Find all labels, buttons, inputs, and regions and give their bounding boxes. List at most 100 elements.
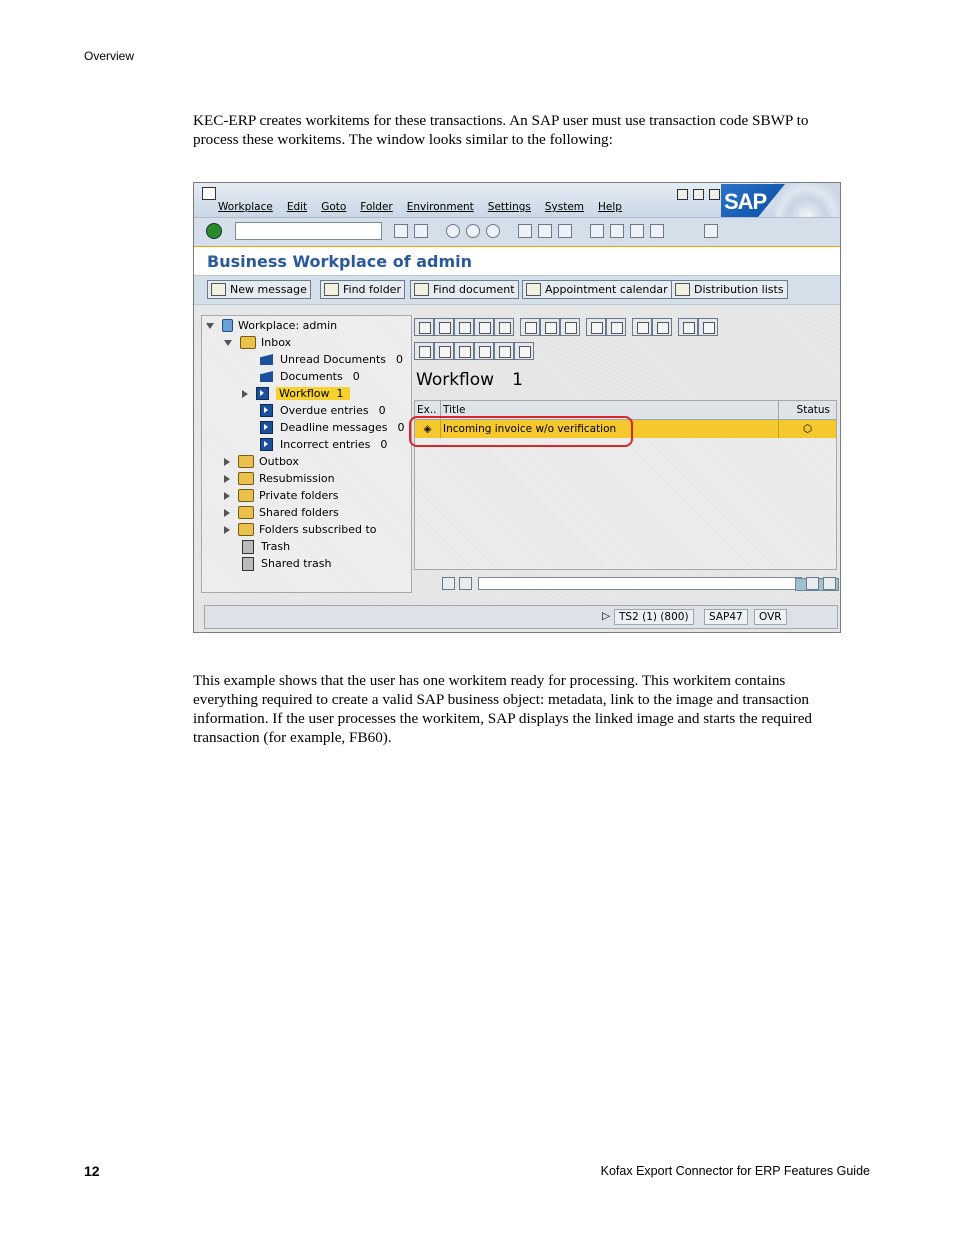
tree-trash[interactable]: Trash bbox=[240, 539, 290, 554]
forward-icon[interactable] bbox=[454, 318, 474, 336]
tree-folders-subscribed[interactable]: Folders subscribed to bbox=[224, 522, 377, 537]
find-folder-button[interactable]: Find folder bbox=[320, 280, 405, 299]
details-icon[interactable] bbox=[606, 318, 626, 336]
collapsed-icon[interactable] bbox=[224, 525, 230, 534]
tree-outbox[interactable]: Outbox bbox=[224, 454, 299, 469]
menu-workplace[interactable]: Workplace bbox=[218, 201, 273, 213]
tree-workflow[interactable]: Workflow 1 bbox=[242, 386, 351, 401]
screen-title-bar: Business Workplace of admin bbox=[194, 247, 840, 276]
tree-deadline-messages[interactable]: Deadline messages 0 bbox=[260, 420, 404, 435]
log-icon[interactable] bbox=[698, 318, 718, 336]
command-field[interactable] bbox=[235, 222, 382, 240]
incorrect-icon bbox=[260, 438, 273, 451]
scroll-left-icon[interactable] bbox=[442, 577, 455, 590]
find-document-button[interactable]: Find document bbox=[410, 280, 519, 299]
menu-system[interactable]: System bbox=[545, 201, 584, 213]
screen-title: Business Workplace of admin bbox=[207, 252, 473, 271]
print-icon[interactable] bbox=[518, 224, 532, 238]
scroll-right-icon[interactable] bbox=[459, 577, 472, 590]
distribution-lists-button[interactable]: Distribution lists bbox=[671, 280, 788, 299]
workitem-status-icon: ⬡ bbox=[802, 423, 813, 435]
expanded-icon[interactable] bbox=[224, 339, 232, 346]
tree-private-folders[interactable]: Private folders bbox=[224, 488, 339, 503]
columns-icon[interactable] bbox=[454, 342, 474, 360]
reserve-icon[interactable] bbox=[474, 318, 494, 336]
overdue-icon bbox=[260, 404, 273, 417]
tree-unread-documents[interactable]: Unread Documents 0 bbox=[260, 352, 403, 367]
folder-tree: Workplace: admin Inbox Unread Documents 0… bbox=[201, 315, 412, 593]
menu-settings[interactable]: Settings bbox=[488, 201, 531, 213]
list-title: Workflow 1 bbox=[416, 370, 523, 390]
collapsed-icon[interactable] bbox=[224, 508, 230, 517]
tree-shared-folders[interactable]: Shared folders bbox=[224, 505, 339, 520]
print-list-icon[interactable] bbox=[414, 342, 434, 360]
create-icon[interactable] bbox=[632, 318, 652, 336]
scroll-right-end-icon[interactable] bbox=[823, 577, 836, 590]
back-icon[interactable] bbox=[446, 224, 460, 238]
execute-icon[interactable] bbox=[434, 318, 454, 336]
menu-folder[interactable]: Folder bbox=[360, 201, 392, 213]
close-icon[interactable] bbox=[709, 189, 720, 200]
delete-filter-icon[interactable] bbox=[494, 342, 514, 360]
collapsed-icon[interactable] bbox=[224, 457, 230, 466]
status-expand-icon[interactable]: ▷ bbox=[598, 609, 614, 623]
tree-incorrect-entries[interactable]: Incorrect entries 0 bbox=[260, 437, 387, 452]
column-status[interactable]: Status bbox=[779, 401, 836, 419]
tree-overdue-entries[interactable]: Overdue entries 0 bbox=[260, 403, 386, 418]
maximize-icon[interactable] bbox=[693, 189, 704, 200]
user-icon bbox=[222, 319, 233, 332]
tree-root[interactable]: Workplace: admin bbox=[206, 318, 337, 333]
set-filter-icon[interactable] bbox=[474, 342, 494, 360]
intro-paragraph: KEC-ERP creates workitems for these tran… bbox=[193, 112, 809, 148]
cancel-icon[interactable] bbox=[486, 224, 500, 238]
running-header: Overview bbox=[84, 49, 135, 63]
tree-inbox[interactable]: Inbox bbox=[224, 335, 291, 350]
menu-list: Workplace Edit Goto Folder Environment S… bbox=[218, 201, 636, 213]
find-next-icon[interactable] bbox=[558, 224, 572, 238]
save-icon[interactable] bbox=[414, 224, 428, 238]
note-icon[interactable] bbox=[560, 318, 580, 336]
collapsed-icon[interactable] bbox=[224, 474, 230, 483]
trash-icon bbox=[242, 539, 254, 554]
menu-help[interactable]: Help bbox=[598, 201, 622, 213]
next-page-icon[interactable] bbox=[630, 224, 644, 238]
previous-page-icon[interactable] bbox=[610, 224, 624, 238]
exit-icon[interactable] bbox=[466, 224, 480, 238]
scroll-left-end-icon[interactable] bbox=[806, 577, 819, 590]
binoculars-icon bbox=[414, 283, 429, 296]
menu-goto[interactable]: Goto bbox=[321, 201, 346, 213]
back-arrow-icon[interactable] bbox=[394, 224, 408, 238]
footer-title: Kofax Export Connector for ERP Features … bbox=[600, 1164, 870, 1178]
expanded-icon[interactable] bbox=[206, 322, 214, 329]
menu-edit[interactable]: Edit bbox=[287, 201, 307, 213]
attachment-icon[interactable] bbox=[586, 318, 606, 336]
refresh-icon[interactable] bbox=[414, 318, 434, 336]
find-icon[interactable] bbox=[538, 224, 552, 238]
scroll-track[interactable] bbox=[478, 577, 839, 591]
structure-icon[interactable] bbox=[678, 318, 698, 336]
minimize-icon[interactable] bbox=[677, 189, 688, 200]
list-count: 1 bbox=[512, 370, 523, 390]
collapsed-icon[interactable] bbox=[242, 389, 248, 398]
window-menu-icon[interactable] bbox=[202, 187, 216, 200]
tree-shared-trash[interactable]: Shared trash bbox=[240, 556, 332, 571]
enter-check-icon[interactable] bbox=[206, 223, 222, 239]
layout-menu-icon[interactable] bbox=[704, 224, 718, 238]
workplace-content: Workplace: admin Inbox Unread Documents 0… bbox=[194, 305, 840, 601]
first-page-icon[interactable] bbox=[590, 224, 604, 238]
tree-resubmission[interactable]: Resubmission bbox=[224, 471, 335, 486]
replace-icon[interactable] bbox=[494, 318, 514, 336]
new-message-button[interactable]: New message bbox=[207, 280, 311, 299]
display-icon[interactable] bbox=[652, 318, 672, 336]
binoculars-search-icon[interactable] bbox=[514, 342, 534, 360]
filter-icon[interactable] bbox=[540, 318, 560, 336]
tree-documents[interactable]: Documents 0 bbox=[260, 369, 360, 384]
menu-environment[interactable]: Environment bbox=[407, 201, 474, 213]
horizontal-scrollbar[interactable] bbox=[442, 577, 839, 591]
sort-icon[interactable] bbox=[520, 318, 540, 336]
appointment-calendar-button[interactable]: Appointment calendar bbox=[522, 280, 672, 299]
collapsed-icon[interactable] bbox=[224, 491, 230, 500]
shared-folder-icon bbox=[238, 506, 254, 519]
last-page-icon[interactable] bbox=[650, 224, 664, 238]
preview-icon[interactable] bbox=[434, 342, 454, 360]
